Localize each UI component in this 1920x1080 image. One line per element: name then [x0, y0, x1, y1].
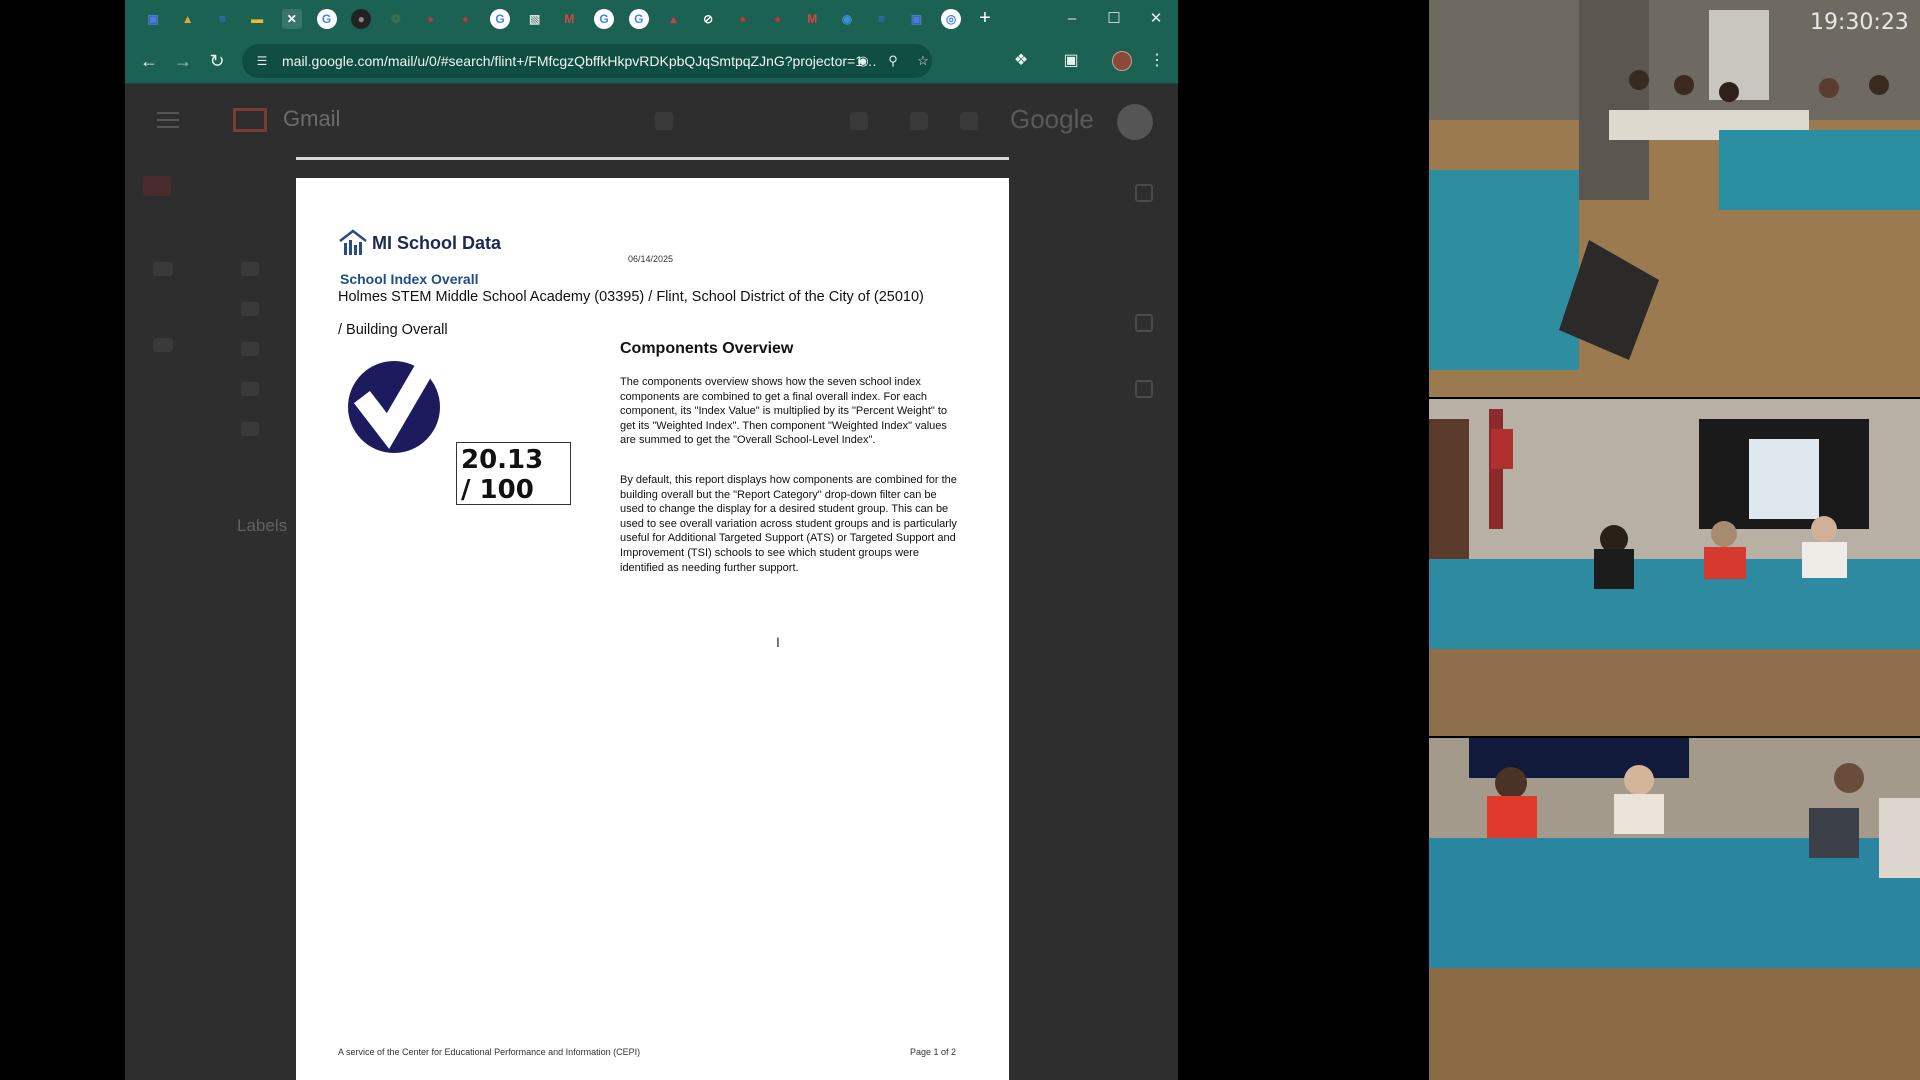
tab-chrome-icon[interactable]: ◎ [941, 9, 962, 29]
tab-gmail-icon[interactable]: M [559, 9, 579, 29]
building-line: / Building Overall [338, 322, 448, 338]
browser-toolbar: ← → ↻ ☰ mail.google.com/mail/u/0/#search… [125, 38, 1178, 84]
more-menu-icon[interactable]: ⋮ [1145, 49, 1169, 73]
school-name-line: Holmes STEM Middle School Academy (03395… [338, 289, 924, 305]
components-overview-heading: Components Overview [620, 340, 794, 357]
gmail-brand: Gmail [283, 106, 341, 131]
tab-google-icon[interactable]: G [490, 9, 510, 29]
meet-icon [153, 338, 173, 352]
tab-compass-icon[interactable]: ⊘ [698, 9, 718, 29]
tab-gmail-icon[interactable]: M [802, 9, 822, 29]
pdf-page: MI School Data 06/14/2025 School Index O… [296, 178, 1009, 1080]
close-window-button[interactable]: ✕ [1144, 8, 1168, 30]
chat-icon [153, 262, 173, 276]
tab-google-icon[interactable]: G [628, 9, 649, 29]
extensions-icon[interactable]: ❖ [1009, 49, 1033, 73]
mail-icon [143, 176, 171, 196]
overview-paragraph-1: The components overview shows how the se… [620, 376, 948, 447]
keep-side-icon [1135, 314, 1153, 332]
site-settings-icon[interactable]: ☰ [254, 53, 270, 69]
settings-icon [910, 112, 928, 130]
score-value: 20.13 [461, 445, 544, 475]
tab-pdf-icon[interactable]: ⭑ [421, 9, 441, 29]
main-menu-icon[interactable] [157, 112, 179, 128]
tab-circle-icon[interactable]: ● [351, 9, 372, 29]
profile-avatar[interactable] [1112, 51, 1132, 71]
mi-school-data-logo: MI School Data [338, 228, 501, 258]
score-box: 20.13 / 100 [456, 442, 571, 505]
address-bar[interactable]: ☰ mail.google.com/mail/u/0/#search/flint… [242, 44, 932, 78]
snoozed-icon [241, 342, 259, 356]
starred-icon [241, 302, 259, 316]
eye-icon[interactable]: ◉ [854, 52, 872, 70]
search-icon [655, 112, 673, 130]
tab-image-icon[interactable]: ▧ [525, 9, 545, 29]
tab-slides-icon[interactable]: ▬ [247, 9, 267, 29]
camera-feed-middle [1429, 399, 1920, 736]
score-max: / 100 [461, 475, 534, 505]
contacts-side-icon [1135, 380, 1153, 398]
footer-page-number: Page 1 of 2 [910, 1047, 957, 1057]
minimize-button[interactable]: – [1060, 8, 1084, 30]
tab-maps-icon[interactable]: ◉ [837, 9, 857, 29]
logo-text: MI School Data [372, 232, 502, 253]
tab-drive-icon[interactable]: ▲ [178, 9, 198, 29]
footer-service-note: A service of the Center for Educational … [338, 1047, 641, 1057]
report-date: 06/14/2025 [628, 254, 674, 264]
tab-square-icon[interactable]: ▣ [143, 9, 163, 29]
tab-leaf-icon[interactable]: ❁ [386, 9, 406, 29]
tab-strip: ▣ ▲ ≡ ▬ ✕ G ● ❁ ⭑ ⭑ G ▧ M G G ▴ ⊘ ⭑ ⭑ M ◉ ≡ ▣ ◎ + – ☐ ✕ [125, 0, 1178, 38]
report-subtitle: School Index Overall [340, 271, 479, 287]
tab-square-icon[interactable]: ▣ [906, 9, 926, 29]
new-tab-button[interactable]: + [973, 6, 997, 30]
tab-google-icon[interactable]: G [316, 9, 337, 29]
tab-pdf-icon[interactable]: ⭑ [768, 9, 788, 29]
text-cursor-icon: I [776, 634, 780, 650]
drafts-icon [241, 422, 259, 436]
inbox-icon [241, 262, 259, 276]
tab-triangle-icon[interactable]: ▴ [664, 9, 684, 29]
zoom-icon[interactable]: ⚲ [884, 52, 902, 70]
sent-icon [241, 382, 259, 396]
labels-heading: Labels [237, 516, 288, 535]
pdf-viewer-top-divider [296, 157, 1009, 160]
maximize-button[interactable]: ☐ [1102, 8, 1126, 30]
tab-pdf-icon[interactable]: ⭑ [455, 9, 475, 29]
overview-paragraph-2: By default, this report displays how com… [620, 474, 957, 574]
browser-window: ▣ ▲ ≡ ▬ ✕ G ● ❁ ⭑ ⭑ G ▧ M G G ▴ ⊘ ⭑ ⭑ M ◉ ≡ ▣ ◎ + – ☐ ✕ ← → ↻ ☰… [125, 0, 1178, 1080]
calendar-side-icon [1135, 184, 1153, 202]
camera-feed-top [1429, 0, 1920, 397]
back-button[interactable]: ← [137, 49, 161, 73]
apps-icon [960, 112, 978, 130]
reload-button[interactable]: ↻ [205, 49, 229, 73]
tab-search-icon[interactable]: ▣ [1059, 49, 1083, 73]
checkmark-badge-icon [346, 345, 452, 462]
google-brand: Google [1010, 104, 1094, 134]
tab-close-icon[interactable]: ✕ [281, 9, 302, 29]
help-icon [850, 112, 868, 130]
tab-google-icon[interactable]: G [594, 9, 615, 29]
tab-pdf-icon[interactable]: ⭑ [733, 9, 753, 29]
gmail-logo-icon [233, 108, 267, 132]
url-text[interactable]: mail.google.com/mail/u/0/#search/flint+/… [282, 53, 882, 69]
bookmark-star-icon[interactable]: ☆ [914, 52, 932, 70]
forward-button[interactable]: → [171, 49, 195, 73]
school-house-icon [339, 229, 367, 255]
account-avatar [1117, 104, 1153, 140]
camera-feed-bottom [1429, 738, 1920, 1080]
tab-docs-icon[interactable]: ≡ [212, 9, 232, 29]
tab-docs-icon[interactable]: ≡ [872, 9, 892, 29]
timestamp-clock: 19:30:23 [1810, 10, 1909, 35]
